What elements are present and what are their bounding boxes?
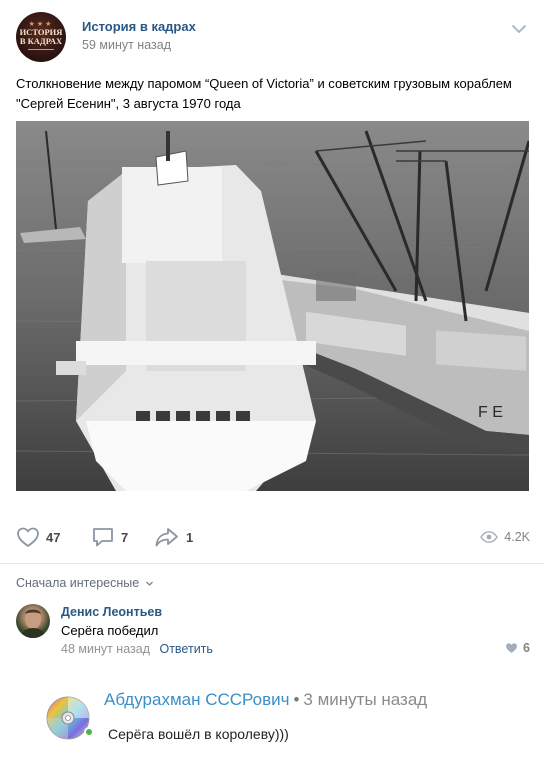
post-text-line2: "Сергей Есенин", 3 августа 1970 года <box>16 96 241 111</box>
share-button[interactable]: 1 <box>154 522 193 552</box>
comment: Абдурахман СССРович • 3 минуты назад Серёг… <box>0 680 544 770</box>
like-button[interactable]: 47 <box>16 522 60 552</box>
avatar-logo-line <box>28 49 54 50</box>
post-actions: 47 7 1 4.2K <box>0 522 544 552</box>
hull-lettering: F E <box>478 404 503 421</box>
group-name-link[interactable]: История в кадрах <box>82 19 196 34</box>
divider <box>0 563 544 564</box>
online-dot <box>84 727 94 737</box>
post-header: ★★★ ИСТОРИЯ В КАДРАХ История в кадрах 59… <box>0 0 544 70</box>
comment-author-link[interactable]: Абдурахман СССРович <box>104 690 289 709</box>
avatar-photo <box>20 609 46 638</box>
post-text: Столкновение между паромом “Queen of Vic… <box>16 74 536 114</box>
comment-text: Серёга победил <box>61 623 159 638</box>
comment-like-count: 6 <box>523 641 530 655</box>
group-avatar[interactable]: ★★★ ИСТОРИЯ В КАДРАХ <box>16 12 66 62</box>
comment-header: Абдурахман СССРович • 3 минуты назад <box>104 690 427 710</box>
post-time[interactable]: 59 минут назад <box>82 38 171 52</box>
comment: Денис Леонтьев Серёга победил 48 минут н… <box>0 598 544 668</box>
comment-author-link[interactable]: Денис Леонтьев <box>61 605 162 619</box>
post-photo[interactable]: F E <box>16 121 529 491</box>
comment-text: Серёга вошёл в королеву))) <box>108 726 289 742</box>
avatar[interactable] <box>16 604 50 638</box>
like-count: 47 <box>46 529 61 545</box>
share-arrow-icon <box>155 528 178 547</box>
comments-sort-label: Сначала интересные <box>16 576 140 590</box>
eye-icon <box>480 531 499 543</box>
heart-icon <box>17 527 39 547</box>
comment-count: 7 <box>121 529 129 545</box>
comments-sort-dropdown[interactable]: Сначала интересные <box>16 576 154 590</box>
chevron-down-icon[interactable] <box>510 22 528 36</box>
comment-like-button[interactable]: 6 <box>505 641 530 655</box>
separator: • <box>293 690 300 709</box>
comment-time[interactable]: 48 минут назад <box>61 642 150 656</box>
comment-time: 3 минуты назад <box>303 690 428 709</box>
post-text-line1: Столкновение между паромом “Queen of Vic… <box>16 76 512 91</box>
comment-bubble-icon <box>93 528 113 547</box>
ship-collision-photo: F E <box>16 121 529 491</box>
comment-button[interactable]: 7 <box>91 522 128 552</box>
avatar-logo-text: ИСТОРИЯ В КАДРАХ <box>19 27 63 46</box>
heart-icon <box>506 643 517 653</box>
comment-meta: 48 минут назад Ответить <box>61 642 213 656</box>
views-count: 4.2K <box>504 530 530 544</box>
share-count: 1 <box>186 529 194 545</box>
views-counter: 4.2K <box>480 522 530 552</box>
chevron-down-icon <box>145 581 153 586</box>
reply-button[interactable]: Ответить <box>159 642 212 656</box>
